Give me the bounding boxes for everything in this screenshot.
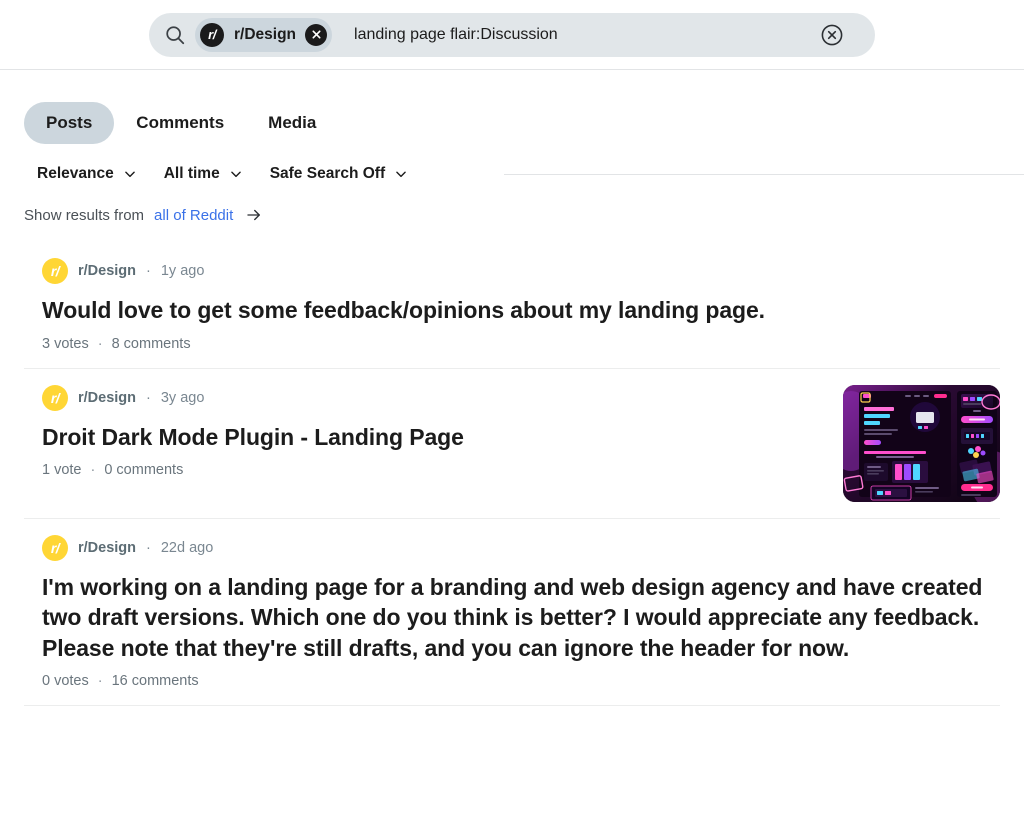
post-title[interactable]: I'm working on a landing page for a bran… — [42, 572, 1000, 664]
post-timestamp: 22d ago — [161, 540, 213, 556]
post-result-item[interactable]: r/ r/Design · 1y ago Would love to get s… — [24, 242, 1000, 369]
filter-safe-search[interactable]: Safe Search Off — [257, 159, 422, 189]
filter-time-all-time[interactable]: All time — [151, 159, 257, 189]
subreddit-avatar-text: r/ — [51, 264, 59, 278]
post-vote-count: 3 votes — [42, 336, 89, 352]
subreddit-avatar-icon: r/ — [42, 385, 68, 411]
post-subreddit-link[interactable]: r/Design — [78, 263, 136, 279]
tab-posts[interactable]: Posts — [24, 102, 114, 144]
post-header: r/ r/Design · 1y ago — [42, 258, 1000, 284]
post-timestamp: 1y ago — [161, 263, 205, 279]
tab-media[interactable]: Media — [246, 102, 338, 144]
post-header: r/ r/Design · 22d ago — [42, 535, 1000, 561]
show-results-from-link[interactable]: all of Reddit — [154, 207, 233, 224]
filter-time-label: All time — [164, 165, 220, 183]
filter-safe-search-label: Safe Search Off — [270, 165, 385, 183]
tab-comments[interactable]: Comments — [114, 102, 246, 144]
post-title[interactable]: Would love to get some feedback/opinions… — [42, 295, 1000, 326]
post-metadata: 1 vote · 0 comments — [42, 462, 823, 478]
subreddit-chip-label: r/Design — [224, 26, 305, 44]
post-header: r/ r/Design · 3y ago — [42, 385, 823, 411]
filter-sort-label: Relevance — [37, 165, 114, 183]
post-vote-count: 1 vote — [42, 462, 82, 478]
post-body: r/ r/Design · 3y ago Droit Dark Mode Plu… — [42, 385, 823, 479]
post-metadata: 3 votes · 8 comments — [42, 336, 1000, 352]
subreddit-avatar-icon: r/ — [42, 258, 68, 284]
subreddit-avatar-icon: r/ — [42, 535, 68, 561]
chevron-down-icon — [229, 167, 243, 181]
arrow-right-icon[interactable] — [245, 206, 263, 224]
post-header-separator: · — [146, 390, 151, 406]
result-type-tabs: Posts Comments Media — [24, 70, 1000, 144]
post-metadata: 0 votes · 16 comments — [42, 673, 1000, 689]
search-header: r/ r/Design landing page flair:Discussio… — [0, 0, 1024, 70]
subreddit-filter-chip[interactable]: r/ r/Design — [195, 18, 332, 52]
post-meta-separator: · — [98, 673, 103, 689]
tab-posts-label: Posts — [46, 113, 92, 132]
show-results-from: Show results from all of Reddit — [24, 206, 1000, 224]
close-circle-icon[interactable] — [819, 22, 845, 48]
search-icon — [163, 23, 187, 47]
post-result-item[interactable]: r/ r/Design · 22d ago I'm working on a l… — [24, 519, 1000, 707]
post-meta-separator: · — [98, 336, 103, 352]
chevron-down-icon — [123, 167, 137, 181]
post-body: r/ r/Design · 1y ago Would love to get s… — [42, 258, 1000, 352]
post-comment-count: 0 comments — [104, 462, 183, 478]
post-vote-count: 0 votes — [42, 673, 89, 689]
show-results-from-label: Show results from — [24, 207, 144, 224]
post-timestamp: 3y ago — [161, 390, 205, 406]
filter-bar-divider — [504, 174, 1024, 175]
post-results-list: r/ r/Design · 1y ago Would love to get s… — [24, 242, 1000, 706]
post-subreddit-link[interactable]: r/Design — [78, 540, 136, 556]
tab-media-label: Media — [268, 113, 316, 132]
thumbnail-image — [843, 385, 1000, 502]
post-header-separator: · — [146, 263, 151, 279]
search-input[interactable]: landing page flair:Discussion — [332, 26, 819, 44]
subreddit-avatar-text: r/ — [51, 541, 59, 555]
post-comment-count: 16 comments — [112, 673, 199, 689]
search-bar[interactable]: r/ r/Design landing page flair:Discussio… — [149, 13, 875, 57]
post-result-item[interactable]: r/ r/Design · 3y ago Droit Dark Mode Plu… — [24, 369, 1000, 519]
chevron-down-icon — [394, 167, 408, 181]
subreddit-avatar-text: r/ — [51, 391, 59, 405]
post-subreddit-link[interactable]: r/Design — [78, 390, 136, 406]
post-header-separator: · — [146, 540, 151, 556]
filter-bar: Relevance All time Safe Search Off — [24, 159, 1000, 189]
tab-comments-label: Comments — [136, 113, 224, 132]
post-meta-separator: · — [91, 462, 96, 478]
post-thumbnail[interactable] — [843, 385, 1000, 502]
post-title[interactable]: Droit Dark Mode Plugin - Landing Page — [42, 422, 823, 453]
post-body: r/ r/Design · 22d ago I'm working on a l… — [42, 535, 1000, 690]
subreddit-chip-avatar-icon: r/ — [200, 23, 224, 47]
post-comment-count: 8 comments — [112, 336, 191, 352]
subreddit-chip-avatar-text: r/ — [208, 28, 216, 41]
search-results-page: Posts Comments Media Relevance All time — [0, 70, 1024, 706]
close-icon[interactable] — [305, 24, 327, 46]
filter-sort-relevance[interactable]: Relevance — [24, 159, 151, 189]
